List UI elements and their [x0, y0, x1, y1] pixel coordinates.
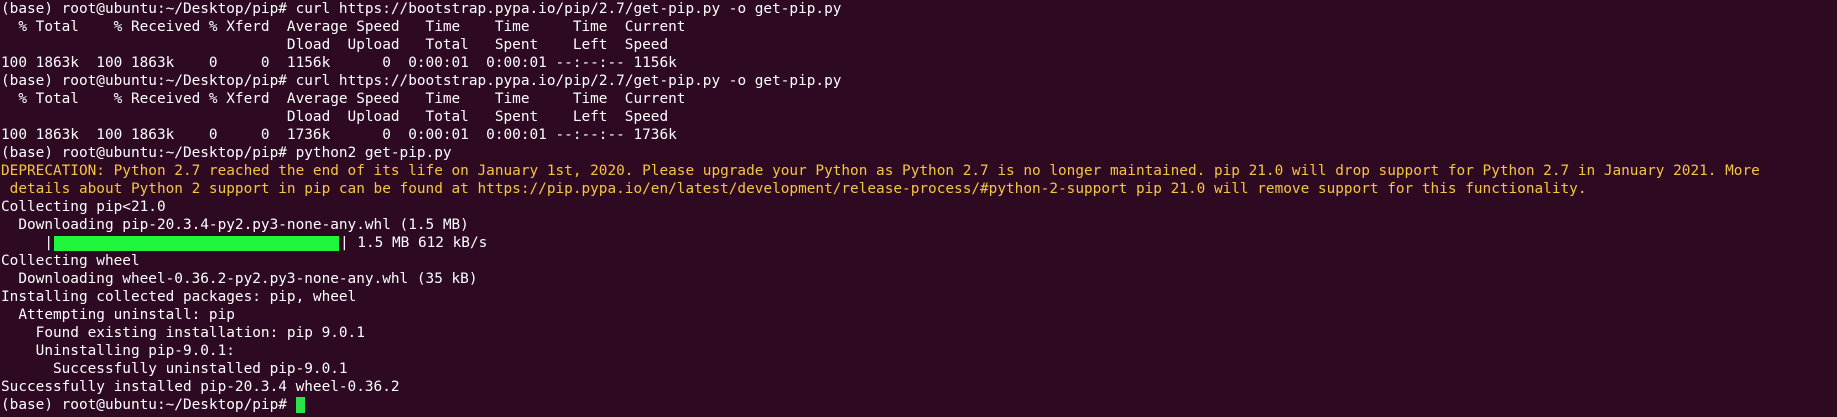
terminal-line-output: % Total % Received % Xferd Average Speed… — [1, 19, 686, 35]
terminal-line-output: Successfully uninstalled pip-9.0.1 — [1, 361, 348, 377]
terminal-line-output: Dload Upload Total Spent Left Speed — [1, 37, 669, 53]
terminal-line-output: 100 1863k 100 1863k 0 0 1156k 0 0:00:01 … — [1, 55, 677, 71]
progress-prefix: | — [1, 235, 53, 251]
download-progress-bar — [53, 235, 339, 251]
terminal-line-command: (base) root@ubuntu:~/Desktop/pip# curl h… — [1, 72, 1837, 90]
deprecation-warning-line: details about Python 2 support in pip ca… — [1, 181, 1587, 197]
terminal-line-output: Successfully installed pip-20.3.4 wheel-… — [1, 379, 400, 395]
shell-prompt: (base) root@ubuntu:~/Desktop/pip# — [1, 397, 287, 413]
shell-prompt: (base) root@ubuntu:~/Desktop/pip# — [1, 1, 287, 17]
terminal-input-line[interactable]: (base) root@ubuntu:~/Desktop/pip# — [1, 396, 1837, 414]
terminal-line-command: (base) root@ubuntu:~/Desktop/pip# python… — [1, 144, 1837, 162]
command-text: curl https://bootstrap.pypa.io/pip/2.7/g… — [286, 73, 842, 89]
shell-prompt: (base) root@ubuntu:~/Desktop/pip# — [1, 145, 287, 161]
terminal-line-output: Dload Upload Total Spent Left Speed — [1, 109, 669, 125]
terminal-line-output: 100 1863k 100 1863k 0 0 1736k 0 0:00:01 … — [1, 127, 677, 143]
terminal-line-output: Uninstalling pip-9.0.1: — [1, 343, 235, 359]
terminal-cursor — [295, 397, 305, 413]
terminal-line-command: (base) root@ubuntu:~/Desktop/pip# curl h… — [1, 0, 1837, 18]
command-input-text[interactable] — [287, 397, 296, 413]
deprecation-warning-line: DEPRECATION: Python 2.7 reached the end … — [1, 163, 1760, 179]
terminal-line-output: Attempting uninstall: pip — [1, 307, 235, 323]
terminal-line-output: Collecting wheel — [1, 253, 140, 269]
download-progress-line: | | 1.5 MB 612 kB/s — [1, 234, 1837, 252]
terminal-line-output: Downloading wheel-0.36.2-py2.py3-none-an… — [1, 271, 478, 287]
terminal-line-output: % Total % Received % Xferd Average Speed… — [1, 91, 686, 107]
command-text: python2 get-pip.py — [286, 145, 452, 161]
terminal-line-output: Collecting pip<21.0 — [1, 199, 166, 215]
terminal-line-output: Installing collected packages: pip, whee… — [1, 289, 357, 305]
progress-suffix: | 1.5 MB 612 kB/s — [339, 235, 488, 251]
terminal-window[interactable]: (base) root@ubuntu:~/Desktop/pip# curl h… — [0, 0, 1837, 417]
command-text: curl https://bootstrap.pypa.io/pip/2.7/g… — [286, 1, 842, 17]
terminal-line-output: Downloading pip-20.3.4-py2.py3-none-any.… — [1, 217, 469, 233]
shell-prompt: (base) root@ubuntu:~/Desktop/pip# — [1, 73, 287, 89]
terminal-line-output: Found existing installation: pip 9.0.1 — [1, 325, 365, 341]
